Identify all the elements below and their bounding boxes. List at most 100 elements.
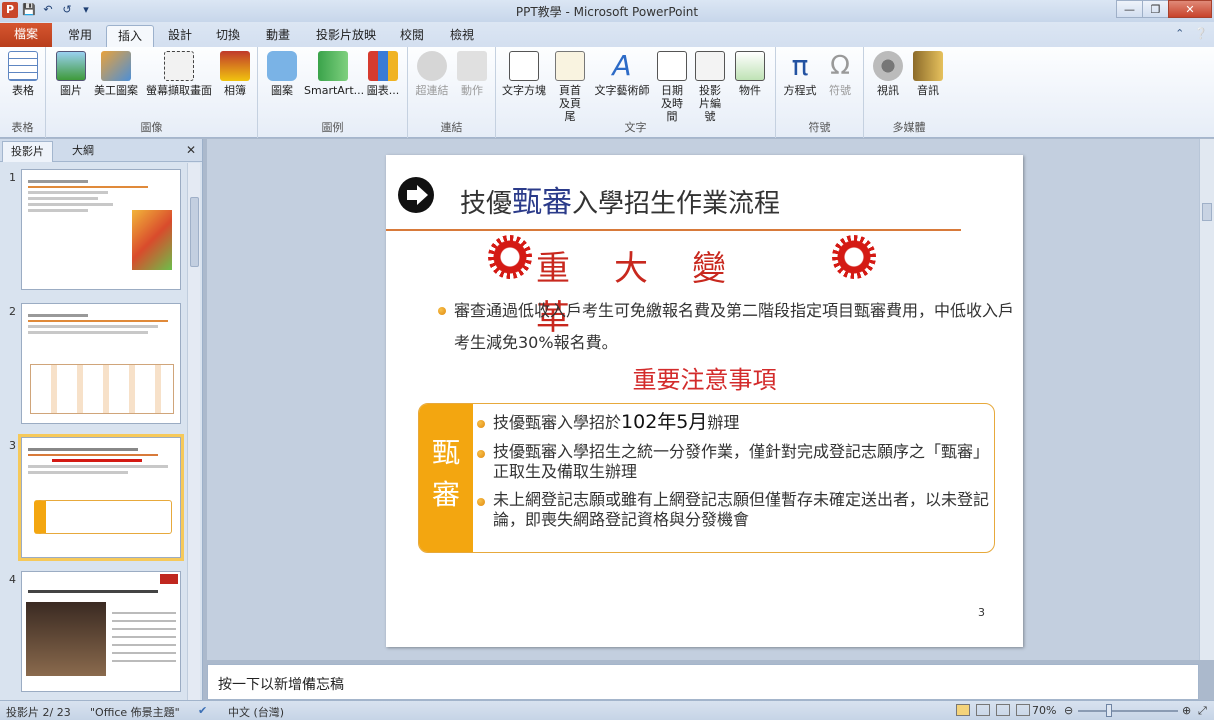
zoom-slider-handle[interactable] [1106, 704, 1112, 717]
globe-icon [417, 51, 447, 81]
slide-thumbnail-4[interactable] [21, 571, 181, 692]
minimize-ribbon-icon[interactable]: ⌃ [1175, 27, 1184, 40]
equation-button[interactable]: π 方程式 [780, 49, 820, 98]
hyperlink-button[interactable]: 超連結 [412, 51, 452, 97]
theme-name[interactable]: "Office 佈景主題" [90, 704, 180, 720]
film-reel-icon [873, 51, 903, 81]
tab-slides[interactable]: 投影片 [2, 141, 53, 162]
notes-pane[interactable]: 按一下以新增備忘稿 [207, 664, 1199, 700]
group-illustrations: 圖案 SmartArt... 圖表... 圖例 [258, 47, 408, 138]
slide-thumbnails: 1 2 3 4 [0, 163, 188, 700]
clipart-button[interactable]: 美工圖案 [92, 51, 140, 97]
picture-button[interactable]: 圖片 [54, 51, 88, 97]
restore-icon[interactable]: ❐ [1142, 0, 1169, 18]
slide-number: 2 [9, 305, 16, 318]
table-button[interactable]: 表格 [6, 51, 40, 97]
notes-heading[interactable]: 重要注意事項 [386, 360, 1023, 395]
chart-icon [368, 51, 398, 81]
normal-view-icon[interactable] [956, 704, 970, 716]
minimize-icon[interactable]: — [1116, 0, 1143, 18]
slide-title[interactable]: 技優甄審入學招生作業流程 [460, 177, 780, 221]
action-button[interactable]: 動作 [454, 51, 490, 97]
zoom-slider[interactable] [1078, 710, 1178, 712]
panel-scrollbar[interactable] [187, 163, 200, 700]
title-divider [386, 229, 961, 231]
slide-counter: 投影片 2/ 23 [6, 706, 71, 719]
symbol-button[interactable]: Ω 符號 [822, 51, 858, 97]
tab-view[interactable]: 檢視 [440, 25, 484, 47]
audio-button[interactable]: 音訊 [910, 51, 946, 97]
tab-home[interactable]: 常用 [58, 25, 102, 47]
shapes-button[interactable]: 圖案 [264, 51, 300, 97]
tab-insert[interactable]: 插入 [106, 25, 154, 47]
review-box[interactable]: 甄審 技優甄審入學招於102年5月辦理 技優甄審入學招生之統一分發作業，僅針對完… [418, 403, 995, 553]
slide-number: 4 [9, 573, 16, 586]
object-icon [735, 51, 765, 81]
screenshot-button[interactable]: 螢幕擷取畫面 [144, 51, 214, 97]
shapes-icon [267, 51, 297, 81]
video-button[interactable]: 視訊 [870, 51, 906, 97]
tab-transitions[interactable]: 切換 [206, 25, 250, 47]
current-slide[interactable]: 技優甄審入學招生作業流程 重大變革 審查通過低收入戶考生可免繳報名費及第二階段指… [386, 155, 1023, 647]
title-bar: P 💾 ↶ ↺ ▾ PPT教學 - Microsoft PowerPoint —… [0, 0, 1214, 22]
datetime-button[interactable]: 日期及時間 [654, 51, 690, 123]
speaker-icon [913, 51, 943, 81]
close-icon[interactable]: ✕ [1168, 0, 1212, 18]
tab-animations[interactable]: 動畫 [254, 25, 302, 47]
tab-outline[interactable]: 大綱 [64, 141, 102, 162]
slide-thumbnail-2[interactable] [21, 303, 181, 424]
slideshow-icon[interactable] [1016, 704, 1030, 716]
chart-button[interactable]: 圖表... [364, 51, 402, 97]
tab-design[interactable]: 設計 [158, 25, 202, 47]
arrow-right-icon [398, 177, 434, 213]
smartart-button[interactable]: SmartArt... [304, 51, 364, 97]
calendar-icon [657, 51, 687, 81]
zoom-out-icon[interactable]: ⊖ [1064, 704, 1073, 717]
box-item-3: 未上網登記志願或雖有上網登記志願但僅暫存未確定送出者，以未登記論，即喪失網路登記… [493, 490, 990, 529]
object-button[interactable]: 物件 [732, 51, 768, 97]
group-text: 文字方塊 頁首及頁尾 A 文字藝術師 日期及時間 投影片編號 物件 文字 [496, 47, 776, 138]
tab-review[interactable]: 校閱 [390, 25, 434, 47]
slide-number-button[interactable]: 投影片編號 [692, 51, 728, 123]
zoom-in-icon[interactable]: ⊕ [1182, 704, 1191, 717]
slide-number: 1 [9, 171, 16, 184]
picture-icon [56, 51, 86, 81]
tab-file[interactable]: 檔案 [0, 23, 52, 47]
help-icon[interactable]: ❔ [1194, 27, 1208, 40]
scrollbar-thumb[interactable] [190, 197, 199, 267]
tab-slideshow[interactable]: 投影片放映 [306, 25, 386, 47]
group-images: 圖片 美工圖案 螢幕擷取畫面 相簿 圖像 [46, 47, 258, 138]
ribbon-tabs: 檔案 常用 插入 設計 切換 動畫 投影片放映 校閱 檢視 ⌃ ❔ [0, 22, 1214, 47]
slide-thumbnail-3[interactable] [18, 434, 184, 561]
zoom-level[interactable]: 70% [1032, 704, 1056, 717]
window-controls: — ❐ ✕ [1116, 0, 1212, 18]
bullet-icon [477, 498, 485, 506]
fee-paragraph[interactable]: 審查通過低收入戶考生可免繳報名費及第二階段指定項目甄審費用，中低收入戶考生減免3… [454, 295, 1014, 359]
fit-window-icon[interactable]: ⤢ [1198, 704, 1207, 718]
pi-icon: π [791, 49, 809, 82]
canvas-scrollbar[interactable] [1199, 139, 1214, 660]
album-button[interactable]: 相簿 [218, 51, 252, 97]
reading-view-icon[interactable] [996, 704, 1010, 716]
smartart-icon [318, 51, 348, 81]
group-links: 超連結 動作 連結 [408, 47, 496, 138]
spellcheck-icon[interactable]: ✔ [198, 704, 207, 717]
slide-thumbnail-1[interactable] [21, 169, 181, 290]
close-panel-icon[interactable]: ✕ [186, 143, 196, 157]
ribbon: 表格 表格 圖片 美工圖案 螢幕擷取畫面 相簿 圖像 圖案 SmartArt..… [0, 47, 1214, 138]
table-icon [8, 51, 38, 81]
wordart-button[interactable]: A 文字藝術師 [592, 51, 652, 98]
header-footer-button[interactable]: 頁首及頁尾 [550, 51, 590, 123]
scrollbar-thumb[interactable] [1202, 203, 1212, 221]
group-media: 視訊 音訊 多媒體 [864, 47, 954, 138]
slide-sorter-icon[interactable] [976, 704, 990, 716]
box-item-2: 技優甄審入學招生之統一分發作業，僅針對完成登記志願序之「甄審」正取生及備取生辦理 [493, 442, 990, 481]
textbox-button[interactable]: 文字方塊 [500, 51, 548, 97]
language-indicator[interactable]: 中文 (台灣) [228, 704, 284, 720]
slide-canvas: 技優甄審入學招生作業流程 重大變革 審查通過低收入戶考生可免繳報名費及第二階段指… [207, 139, 1199, 660]
sun-icon [832, 235, 876, 279]
notes-placeholder: 按一下以新增備忘稿 [218, 677, 344, 693]
box-label: 甄審 [419, 404, 473, 552]
page-number: 3 [978, 606, 985, 619]
status-bar: 投影片 2/ 23 "Office 佈景主題" ✔ 中文 (台灣) 70% ⊖ … [0, 700, 1214, 720]
